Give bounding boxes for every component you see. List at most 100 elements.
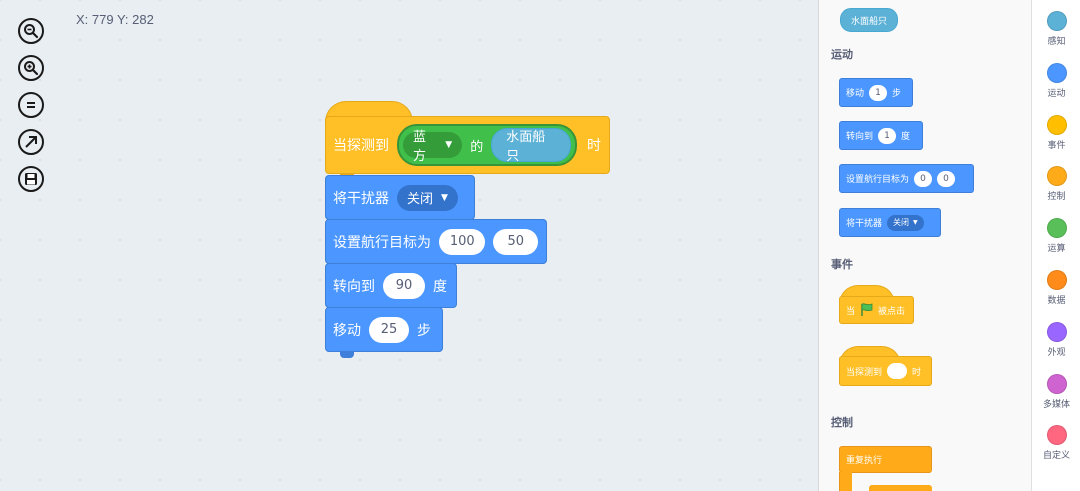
- set-sail-target-block[interactable]: 设置航行目标为 100 50: [325, 219, 547, 264]
- palette-repeat-label: 重复执行: [846, 456, 883, 466]
- equals-icon: [27, 102, 35, 108]
- palette-repeat-foot: [869, 485, 932, 491]
- floppy-disk-icon: [25, 173, 37, 185]
- category-color-dot: [1046, 270, 1067, 290]
- category-rail: 感知运动事件控制运算数据外观多媒体自定义: [1031, 0, 1080, 491]
- palette-move-block[interactable]: 移动 1 步: [839, 78, 913, 107]
- palette-detect-prefix: 当探测到: [846, 367, 883, 378]
- category-label: 感知: [1047, 37, 1066, 47]
- category-color-dot: [1046, 218, 1067, 239]
- palette-move-label: 移动: [846, 89, 865, 99]
- target-y-input[interactable]: 50: [493, 228, 538, 255]
- category-label: 运算: [1047, 244, 1066, 255]
- zoom-reset-button[interactable]: [18, 92, 44, 118]
- category-label: 数据: [1047, 296, 1066, 306]
- category-data[interactable]: 数据: [1032, 270, 1080, 306]
- category-sensing[interactable]: 感知: [1032, 11, 1080, 47]
- category-looks[interactable]: 外观: [1032, 321, 1080, 358]
- jammer-label: 将干扰器: [333, 190, 389, 207]
- category-control[interactable]: 控制: [1032, 166, 1080, 202]
- surface-ship-reporter[interactable]: 水面船只: [491, 128, 571, 164]
- palette-move-unit: 步: [892, 89, 902, 99]
- of-label: 的: [470, 139, 484, 155]
- category-color-dot: [1046, 114, 1067, 135]
- detect-condition-reporter[interactable]: 蓝方 ▼ 的 水面船只: [397, 124, 577, 166]
- palette-repeat-arm: [839, 472, 852, 491]
- motion-section-title: 运动: [831, 48, 853, 61]
- category-operators[interactable]: 运算: [1032, 218, 1080, 254]
- palette-flag-suffix: 被点击: [878, 306, 906, 317]
- category-motion[interactable]: 运动: [1032, 62, 1080, 99]
- block-notch: [340, 352, 354, 358]
- save-button[interactable]: [18, 166, 44, 192]
- move-steps-block[interactable]: 移动 25 步: [325, 307, 443, 352]
- block-palette[interactable]: 水面船只 运动 移动 1 步 转向到 1 度 设置航行目标为 0 0 将干扰器 …: [818, 0, 1031, 491]
- palette-turn-input[interactable]: 1: [878, 127, 897, 144]
- category-label: 运动: [1047, 88, 1066, 99]
- zoom-in-icon: [24, 61, 39, 76]
- dropdown-arrow-icon: ▼: [445, 140, 453, 150]
- category-color-dot: [1046, 373, 1067, 394]
- zoom-out-button[interactable]: [18, 18, 44, 44]
- palette-flag-clicked-block[interactable]: 当 被点击: [839, 296, 914, 324]
- hat-suffix-label: 时: [587, 138, 601, 154]
- palette-detect-slot[interactable]: [887, 363, 908, 379]
- palette-jammer-block[interactable]: 将干扰器 关闭 ▼: [839, 208, 941, 237]
- palette-jammer-value: 关闭: [893, 218, 910, 227]
- palette-turn-unit: 度: [901, 132, 911, 142]
- turn-to-block[interactable]: 转向到 90 度: [325, 263, 457, 308]
- turn-degree-input[interactable]: 90: [383, 272, 425, 299]
- events-section-title: 事件: [831, 258, 853, 271]
- move-label: 移动: [333, 322, 361, 339]
- jammer-state-value: 关闭: [407, 192, 434, 207]
- move-unit-label: 步: [417, 322, 431, 339]
- zoom-in-button[interactable]: [18, 55, 44, 81]
- category-label: 自定义: [1042, 451, 1070, 462]
- palette-repeat-block[interactable]: 重复执行: [839, 446, 932, 473]
- palette-set-target-block[interactable]: 设置航行目标为 0 0: [839, 164, 974, 193]
- zoom-out-icon: [24, 24, 39, 39]
- team-dropdown[interactable]: 蓝方 ▼: [403, 130, 463, 164]
- when-detected-hat-block[interactable]: 当探测到 蓝方 ▼ 的 水面船只 时: [325, 116, 610, 174]
- team-dropdown-value: 蓝方: [413, 130, 427, 164]
- category-multimedia[interactable]: 多媒体: [1032, 373, 1080, 410]
- palette-jammer-label: 将干扰器: [846, 219, 883, 229]
- move-steps-input[interactable]: 25: [369, 316, 409, 343]
- control-section-title: 控制: [831, 416, 853, 429]
- category-label: 外观: [1047, 347, 1066, 358]
- palette-target-x-input[interactable]: 0: [914, 170, 933, 187]
- dropdown-arrow-icon: ▼: [913, 219, 918, 226]
- cursor-coordinates: X: 779 Y: 282: [76, 12, 154, 27]
- target-x-input[interactable]: 100: [439, 228, 486, 255]
- category-label: 多媒体: [1042, 399, 1070, 410]
- palette-turn-block[interactable]: 转向到 1 度: [839, 121, 923, 150]
- fullscreen-button[interactable]: [18, 129, 44, 155]
- green-flag-icon: [861, 303, 873, 316]
- palette-target-y-input[interactable]: 0: [937, 170, 956, 187]
- turn-unit-label: 度: [433, 278, 447, 295]
- palette-turn-label: 转向到: [846, 132, 874, 142]
- code-workspace[interactable]: X: 779 Y: 282 当探测到 蓝方 ▼ 的 水面船只 时 将干扰器 关闭 ▼: [0, 0, 818, 491]
- palette-move-input[interactable]: 1: [869, 84, 888, 101]
- hat-prefix-label: 当探测到: [333, 138, 389, 154]
- category-color-dot: [1046, 11, 1067, 31]
- category-label: 事件: [1047, 140, 1066, 151]
- category-color-dot: [1046, 321, 1067, 342]
- category-events[interactable]: 事件: [1032, 114, 1080, 151]
- jammer-state-dropdown[interactable]: 关闭 ▼: [397, 184, 458, 211]
- category-color-dot: [1046, 62, 1067, 83]
- target-label: 设置航行目标为: [333, 234, 431, 251]
- category-label: 控制: [1047, 192, 1066, 203]
- palette-detect-suffix: 时: [912, 367, 922, 378]
- category-color-dot: [1046, 425, 1067, 446]
- palette-when-detected-block[interactable]: 当探测到 时: [839, 356, 932, 386]
- palette-jammer-dropdown[interactable]: 关闭 ▼: [887, 214, 924, 231]
- category-custom[interactable]: 自定义: [1032, 425, 1080, 461]
- palette-target-label: 设置航行目标为: [846, 175, 910, 185]
- turn-label: 转向到: [333, 278, 375, 295]
- arrow-up-right-icon: [25, 136, 37, 148]
- dropdown-arrow-icon: ▼: [441, 192, 448, 203]
- set-jammer-block[interactable]: 将干扰器 关闭 ▼: [325, 175, 475, 220]
- category-color-dot: [1046, 166, 1067, 187]
- palette-surface-ship-reporter[interactable]: 水面船只: [840, 8, 899, 32]
